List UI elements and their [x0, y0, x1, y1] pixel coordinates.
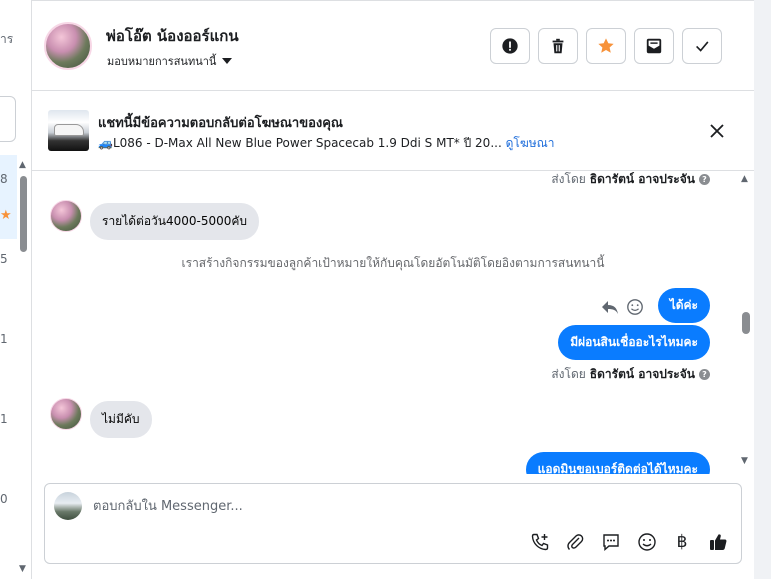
emoji-react-icon[interactable] — [626, 298, 644, 316]
scroll-down-arrow-icon[interactable]: ▼ — [741, 456, 748, 466]
attach-icon — [567, 534, 584, 550]
list-fragment-text: าร — [0, 32, 14, 46]
avatar — [54, 492, 82, 520]
envelope-icon — [646, 38, 662, 54]
chevron-down-icon — [222, 58, 233, 64]
sent-by-name: ธิดารัตน์ อาจประจัน — [589, 367, 695, 381]
ad-banner-title: แชทนี้มีข้อความตอบกลับต่อโฆษณาของคุณ — [98, 116, 343, 131]
outgoing-message[interactable]: แอดมินขอเบอร์ติดต่อได้ไหมคะ — [525, 452, 710, 474]
selected-conversation-row[interactable] — [0, 155, 17, 239]
sent-by-name: ธิดารัตน์ อาจประจัน — [589, 172, 695, 186]
check-icon — [696, 41, 709, 52]
scroll-up-arrow-icon[interactable]: ▲ — [19, 160, 26, 170]
view-ad-link[interactable]: ดูโฆษณา — [506, 136, 555, 150]
star-icon: ★ — [0, 208, 12, 223]
spam-button[interactable] — [490, 28, 530, 64]
conversation-panel: พ่อโอ๊ต น้องออร์แกน มอบหมายการสนทนานี้ แ… — [32, 0, 754, 579]
list-search-box[interactable] — [0, 96, 16, 142]
outgoing-message[interactable]: ได้ค่ะ — [657, 288, 710, 323]
payment-button[interactable]: ฿ — [670, 530, 694, 554]
list-fragment-text: 5 — [0, 252, 8, 266]
list-fragment-text: 8 — [0, 172, 8, 186]
attach-button[interactable] — [563, 530, 587, 554]
emoji-button[interactable] — [635, 530, 659, 554]
like-button[interactable] — [706, 530, 730, 554]
message-composer: ฿ — [44, 483, 742, 564]
close-banner-button[interactable] — [706, 120, 728, 142]
message-actions — [600, 297, 644, 317]
scroll-up-arrow-icon[interactable]: ▲ — [741, 174, 748, 184]
list-fragment-text: 1 — [0, 332, 8, 346]
reply-icon[interactable] — [600, 297, 620, 317]
sent-by-line: ส่งโดย ธิดารัตน์ อาจประจัน ? — [551, 172, 710, 189]
ad-name: 🚙L086 - D-Max All New Blue Power Spaceca… — [98, 136, 502, 150]
star-button[interactable] — [586, 28, 626, 64]
list-fragment-text: 0 — [0, 492, 8, 506]
trash-icon — [552, 38, 564, 54]
star-icon — [598, 38, 614, 53]
avatar[interactable] — [44, 22, 92, 70]
avatar[interactable] — [50, 200, 82, 232]
mark-done-button[interactable] — [682, 28, 722, 64]
avatar[interactable] — [50, 398, 82, 430]
mark-unread-button[interactable] — [634, 28, 674, 64]
assign-label: มอบหมายการสนทนานี้ — [107, 55, 217, 68]
sent-by-prefix: ส่งโดย — [551, 172, 586, 186]
info-icon[interactable]: ? — [699, 174, 710, 185]
like-icon — [710, 534, 727, 550]
delete-button[interactable] — [538, 28, 578, 64]
baht-icon: ฿ — [676, 532, 688, 552]
ad-reply-banner: แชทนี้มีข้อความตอบกลับต่อโฆษณาของคุณ 🚙L0… — [32, 92, 754, 171]
incoming-message[interactable]: รายได้ต่อวัน4000-5000คับ — [90, 203, 260, 240]
system-notice: เราสร้างกิจกรรมของลูกค้าเป้าหมายให้กับคุ… — [181, 256, 605, 270]
close-icon — [710, 124, 724, 138]
emoji-icon — [638, 533, 656, 551]
contact-name[interactable]: พ่อโอ๊ต น้องออร์แกน — [106, 24, 239, 48]
call-add-icon — [531, 533, 549, 551]
scroll-down-arrow-icon[interactable]: ▼ — [19, 564, 26, 574]
assign-conversation-dropdown[interactable]: มอบหมายการสนทนานี้ — [107, 52, 233, 70]
sent-by-prefix: ส่งโดย — [551, 367, 586, 381]
conversation-header: พ่อโอ๊ต น้องออร์แกน มอบหมายการสนทนานี้ — [32, 1, 754, 91]
info-icon[interactable]: ? — [699, 369, 710, 380]
message-thread[interactable]: ส่งโดย ธิดารัตน์ อาจประจัน ? รายได้ต่อวั… — [32, 172, 754, 474]
sent-by-line: ส่งโดย ธิดารัตน์ อาจประจัน ? — [551, 365, 710, 384]
list-scrollbar-thumb[interactable] — [20, 176, 27, 252]
incoming-message[interactable]: ไม่มีคับ — [90, 401, 152, 438]
outgoing-message[interactable]: มีผ่อนสินเชื่ออะไรไหมคะ — [558, 325, 710, 360]
list-fragment-text: 1 — [0, 412, 8, 426]
car-icon — [54, 124, 84, 136]
window-edge — [754, 0, 771, 579]
saved-reply-icon — [603, 534, 619, 552]
add-call-button[interactable] — [528, 530, 552, 554]
thread-scrollbar-thumb[interactable] — [742, 312, 750, 334]
reply-input[interactable] — [93, 496, 693, 516]
ad-banner-subtitle: 🚙L086 - D-Max All New Blue Power Spaceca… — [98, 134, 555, 153]
conversation-list-pane: าร 8 ★ 5 1 1 0 ▲ ▼ — [0, 0, 32, 579]
ad-thumbnail-image[interactable] — [48, 110, 89, 151]
alert-icon — [502, 38, 518, 54]
saved-reply-button[interactable] — [599, 530, 623, 554]
